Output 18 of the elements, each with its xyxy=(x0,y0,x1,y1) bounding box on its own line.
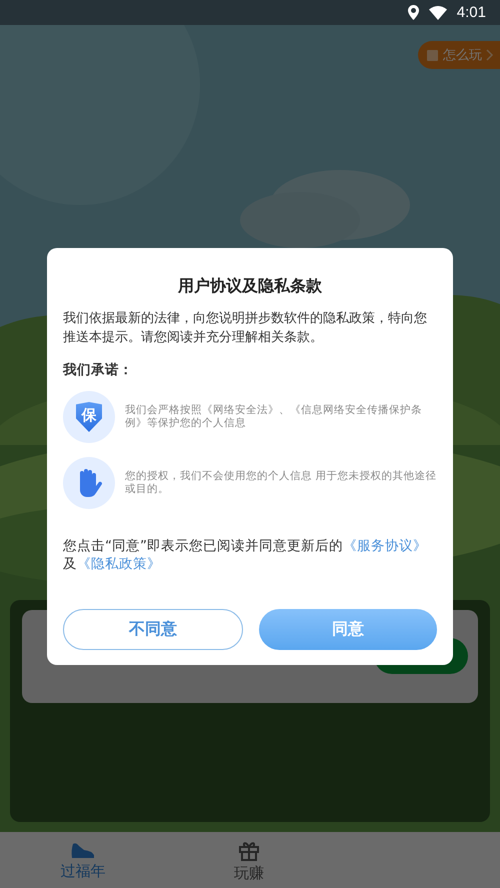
wifi-icon xyxy=(428,6,447,20)
dialog-title: 用户协议及隐私条款 xyxy=(176,276,323,297)
shield-badge: 保 xyxy=(76,402,102,432)
service-agreement-link[interactable]: 《服务协议》 xyxy=(343,538,427,554)
agree-button[interactable]: 同意 xyxy=(259,609,437,650)
nav-tab[interactable]: 玩赚 xyxy=(166,832,332,888)
status-time: 4:01 xyxy=(456,4,486,21)
promise-text: 我们会严格按照《网络安全法》、《信息网络安全传播保护条例》等保护您的个人信息 xyxy=(125,404,423,430)
intro-text: 我们依据最新的法律，向您说明拼步数软件的隐私政策，特向您推送本提示。请您阅读并充分理解相关条款。 xyxy=(63,310,428,347)
promise-heading: 我们承诺： xyxy=(63,361,134,379)
nav-tab[interactable]: 过福年 xyxy=(0,832,166,888)
location-icon xyxy=(408,5,419,20)
disagree-button[interactable]: 不同意 xyxy=(63,609,243,650)
chevron-right-icon xyxy=(486,49,494,61)
promise-text: 您的授权，我们不会使用您的个人信息 用于您未授权的其他途径或目的。 xyxy=(125,470,437,496)
how-to-play-button[interactable]: 怎么玩 xyxy=(418,41,500,69)
consent-text: 您点击“同意”即表示您已阅读并同意更新后的《服务协议》 及《隐私政策》 xyxy=(63,537,428,573)
privacy-policy-link[interactable]: 《隐私政策》 xyxy=(77,556,161,572)
